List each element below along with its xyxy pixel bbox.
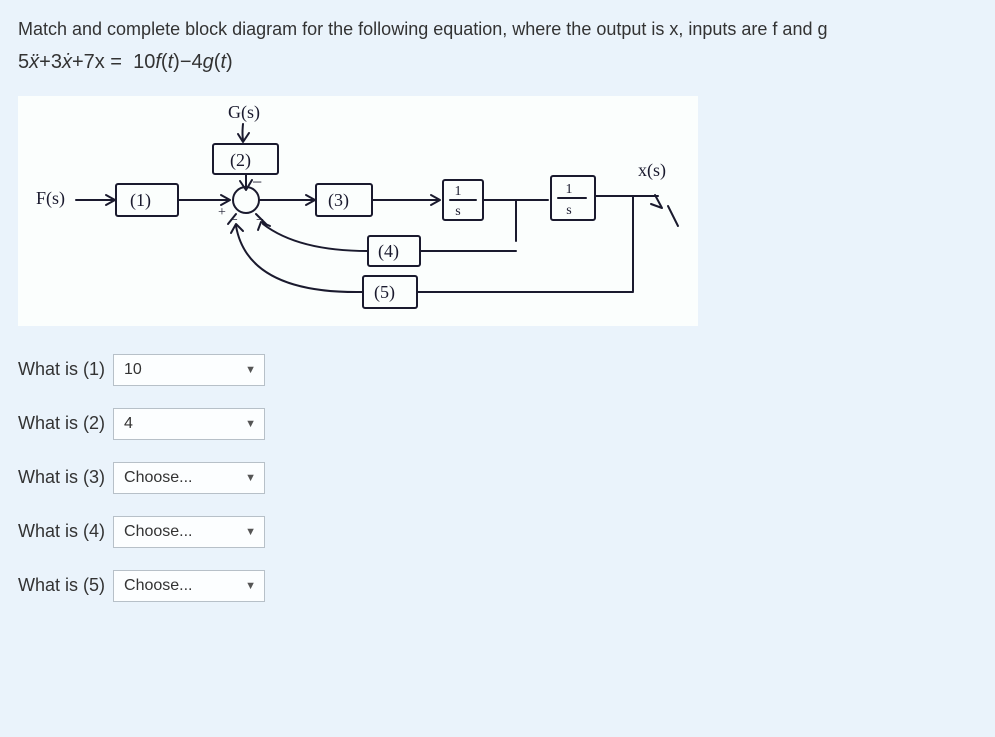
- select-3[interactable]: Choose... ▼: [113, 462, 265, 494]
- g-var: g: [203, 51, 214, 73]
- equals: =: [105, 51, 128, 73]
- question-prompt: Match and complete block diagram for the…: [18, 14, 977, 45]
- select-5[interactable]: Choose... ▼: [113, 570, 265, 602]
- paren-close-g: ): [226, 51, 233, 73]
- block-2: (2): [230, 150, 251, 171]
- questions-list: What is (1) 10 ▼ What is (2) 4 ▼ What is…: [18, 354, 977, 602]
- xs-label: x(s): [638, 160, 666, 181]
- plus-1: +: [39, 51, 51, 73]
- question-label-1: What is (1): [18, 359, 105, 380]
- block-diagram: G(s) (2) − F(s) (1) + −: [18, 96, 698, 326]
- coef-3: 3: [51, 51, 62, 73]
- fs-label: F(s): [36, 188, 65, 209]
- select-1-value: 10: [124, 361, 142, 379]
- coef-7x: 7x: [84, 51, 105, 73]
- question-row-1: What is (1) 10 ▼: [18, 354, 977, 386]
- paren-close-f: ): [173, 51, 180, 73]
- question-row-4: What is (4) Choose... ▼: [18, 516, 977, 548]
- chevron-down-icon: ▼: [245, 472, 256, 484]
- block-4: (4): [378, 241, 399, 262]
- chevron-down-icon: ▼: [245, 580, 256, 592]
- gs-label: G(s): [228, 102, 260, 123]
- select-5-value: Choose...: [124, 577, 192, 595]
- chevron-down-icon: ▼: [245, 364, 256, 376]
- minus: −: [180, 51, 192, 73]
- xddot: ẍ: [29, 51, 39, 73]
- integ1-num: 1: [455, 184, 462, 199]
- block-5: (5): [374, 282, 395, 303]
- coef-5: 5: [18, 51, 29, 73]
- chevron-down-icon: ▼: [245, 526, 256, 538]
- question-label-5: What is (5): [18, 575, 105, 596]
- question-label-3: What is (3): [18, 467, 105, 488]
- question-row-5: What is (5) Choose... ▼: [18, 570, 977, 602]
- xdot: ẋ: [62, 51, 72, 73]
- select-1[interactable]: 10 ▼: [113, 354, 265, 386]
- sum-plus: +: [218, 205, 226, 220]
- question-row-3: What is (3) Choose... ▼: [18, 462, 977, 494]
- select-4-value: Choose...: [124, 523, 192, 541]
- integ1-den: s: [455, 204, 460, 219]
- coef-4: 4: [192, 51, 203, 73]
- integ2-den: s: [566, 203, 571, 218]
- question-label-4: What is (4): [18, 521, 105, 542]
- integ2-num: 1: [566, 182, 573, 197]
- equation: 5ẍ+3ẋ+7x = 10f(t)−4g(t): [18, 51, 977, 74]
- select-4[interactable]: Choose... ▼: [113, 516, 265, 548]
- plus-2: +: [72, 51, 84, 73]
- select-2-value: 4: [124, 415, 133, 433]
- select-3-value: Choose...: [124, 469, 192, 487]
- paren-open-f: (: [161, 51, 168, 73]
- question-label-2: What is (2): [18, 413, 105, 434]
- chevron-down-icon: ▼: [245, 418, 256, 430]
- block-1: (1): [130, 190, 151, 211]
- block-3: (3): [328, 190, 349, 211]
- question-row-2: What is (2) 4 ▼: [18, 408, 977, 440]
- select-2[interactable]: 4 ▼: [113, 408, 265, 440]
- coef-10: 10: [133, 51, 155, 73]
